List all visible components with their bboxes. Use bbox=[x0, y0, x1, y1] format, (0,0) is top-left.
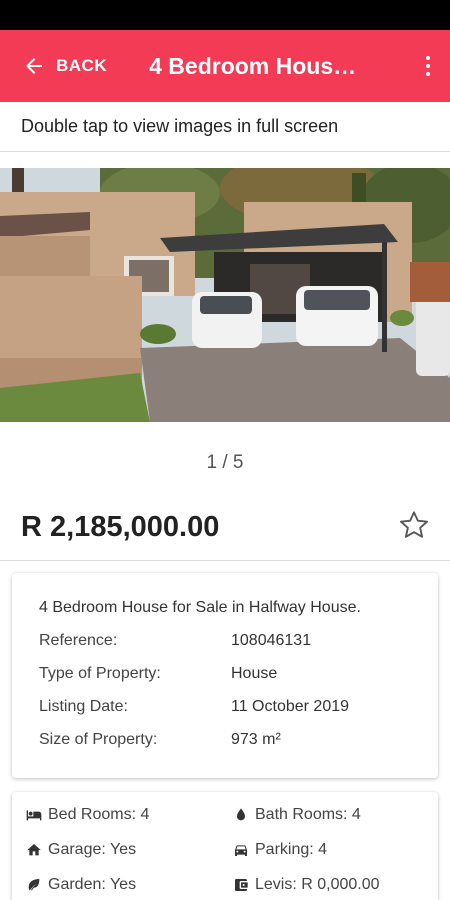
listing-price: R 2,185,000.00 bbox=[21, 511, 220, 543]
details-card: 4 Bedroom House for Sale in Halfway Hous… bbox=[12, 573, 438, 778]
wallet-icon bbox=[235, 879, 248, 891]
arrow-back-icon bbox=[26, 58, 42, 74]
feature-parking: Parking: 4 bbox=[233, 840, 433, 860]
detail-value: House bbox=[231, 665, 278, 682]
water-drop-icon bbox=[237, 808, 245, 821]
leaf-icon bbox=[28, 879, 40, 891]
status-bar bbox=[0, 0, 450, 30]
detail-label: Size of Property: bbox=[39, 731, 158, 748]
feature-text: Parking: 4 bbox=[255, 841, 328, 858]
detail-label: Reference: bbox=[39, 632, 118, 649]
detail-row: Listing Date: 11 October 2019 bbox=[39, 698, 438, 731]
home-icon bbox=[27, 844, 41, 856]
feature-text: Bed Rooms: 4 bbox=[48, 806, 150, 823]
detail-label: Listing Date: bbox=[39, 698, 128, 715]
feature-text: Garage: Yes bbox=[48, 841, 137, 858]
feature-bathrooms: Bath Rooms: 4 bbox=[233, 805, 433, 825]
detail-row: Type of Property: House bbox=[39, 665, 438, 698]
more-options-icon[interactable] bbox=[418, 52, 438, 80]
car-icon bbox=[235, 845, 247, 856]
features-card: Bed Rooms: 4 Bath Rooms: 4 Garage: Yes P… bbox=[12, 792, 438, 900]
detail-row: Size of Property: 973 m² bbox=[39, 731, 438, 764]
feature-garden: Garden: Yes bbox=[26, 875, 233, 895]
detail-value: 11 October 2019 bbox=[231, 698, 350, 715]
detail-row: Reference: 108046131 bbox=[39, 632, 438, 665]
feature-text: Levis: R 0,000.00 bbox=[255, 876, 380, 893]
feature-text: Garden: Yes bbox=[48, 876, 137, 893]
image-pager: 1 / 5 bbox=[206, 452, 244, 473]
feature-text: Bath Rooms: 4 bbox=[255, 806, 361, 823]
detail-label: Type of Property: bbox=[39, 665, 161, 682]
price-row: R 2,185,000.00 bbox=[0, 505, 450, 561]
back-button[interactable]: BACK bbox=[0, 30, 117, 102]
star-icon[interactable] bbox=[398, 509, 430, 541]
detail-value: 108046131 bbox=[231, 632, 312, 649]
fullscreen-hint: Double tap to view images in full screen bbox=[0, 102, 450, 152]
feature-garage: Garage: Yes bbox=[26, 840, 233, 860]
feature-levies: Levis: R 0,000.00 bbox=[233, 875, 433, 895]
property-photo[interactable] bbox=[0, 168, 450, 422]
detail-value: 973 m² bbox=[231, 731, 281, 748]
app-bar: BACK 4 Bedroom House for Sale bbox=[0, 30, 450, 102]
page-title: 4 Bedroom House for Sale bbox=[149, 52, 361, 79]
feature-bedrooms: Bed Rooms: 4 bbox=[26, 805, 233, 825]
bed-icon bbox=[26, 810, 42, 821]
back-label: BACK bbox=[56, 56, 108, 75]
listing-description: 4 Bedroom House for Sale in Halfway Hous… bbox=[39, 599, 361, 616]
